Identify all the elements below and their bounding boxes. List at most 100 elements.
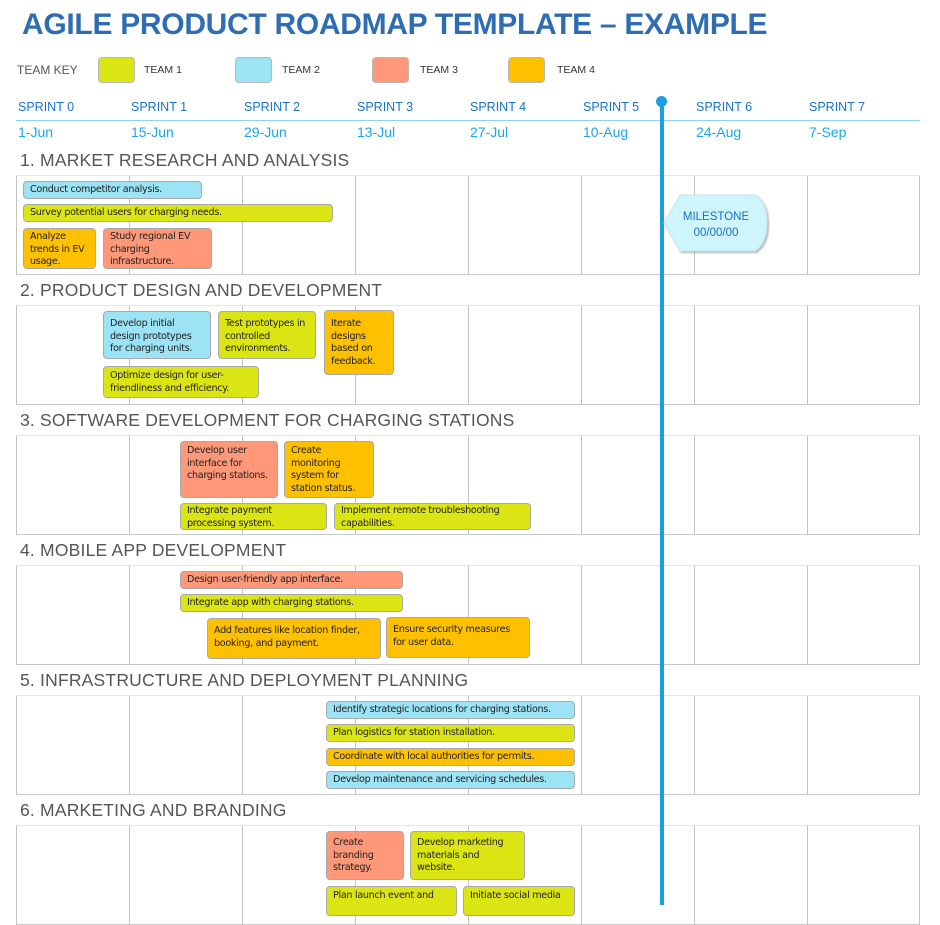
sprint-3-name: SPRINT 3 bbox=[357, 100, 414, 114]
sprint-column-divider bbox=[919, 306, 920, 404]
sprint-column-divider bbox=[242, 696, 243, 794]
sprint-column-divider bbox=[807, 826, 808, 924]
task-card[interactable]: Analyze trends in EV usage. bbox=[23, 228, 96, 269]
task-card[interactable]: Conduct competitor analysis. bbox=[23, 181, 202, 199]
team-1-swatch bbox=[98, 57, 135, 83]
team-3-label: TEAM 3 bbox=[420, 64, 458, 76]
page-title: AGILE PRODUCT ROADMAP TEMPLATE – EXAMPLE bbox=[22, 8, 768, 41]
task-card[interactable]: Develop initial design prototypes for ch… bbox=[103, 311, 211, 359]
section-6-title: 6. MARKETING AND BRANDING bbox=[20, 800, 287, 820]
task-card[interactable]: Design user-friendly app interface. bbox=[180, 571, 403, 589]
task-card[interactable]: Identify strategic locations for chargin… bbox=[326, 701, 575, 719]
sprint-column-divider bbox=[581, 306, 582, 404]
sprint-6-date: 24-Aug bbox=[696, 124, 742, 140]
task-card[interactable]: Add features like location finder, booki… bbox=[207, 618, 381, 659]
sprint-column-divider bbox=[919, 176, 920, 274]
section-1-title: 1. MARKET RESEARCH AND ANALYSIS bbox=[20, 150, 350, 170]
task-card[interactable]: Create monitoring system for station sta… bbox=[284, 441, 374, 498]
sprint-1-name: SPRINT 1 bbox=[131, 100, 188, 114]
task-card[interactable]: Iterate designs based on feedback. bbox=[324, 310, 394, 375]
team-4-swatch bbox=[508, 57, 545, 83]
sprint-4-date: 27-Jul bbox=[470, 124, 509, 140]
sprint-column-divider bbox=[581, 826, 582, 924]
section-3-title: 3. SOFTWARE DEVELOPMENT FOR CHARGING STA… bbox=[20, 410, 515, 430]
task-card[interactable]: Plan logistics for station installation. bbox=[326, 724, 575, 742]
milestone-date: 00/00/00 bbox=[693, 227, 739, 239]
sprint-column-divider bbox=[919, 826, 920, 924]
sprint-column-divider bbox=[694, 566, 695, 664]
task-card[interactable]: Create branding strategy. bbox=[326, 831, 404, 880]
sprint-column-divider bbox=[129, 696, 130, 794]
section-2-title: 2. PRODUCT DESIGN AND DEVELOPMENT bbox=[20, 280, 383, 300]
sprint-column-divider bbox=[694, 436, 695, 534]
team-4-label: TEAM 4 bbox=[557, 64, 595, 76]
task-card[interactable]: Initiate social media bbox=[463, 886, 575, 916]
section-4-title: 4. MOBILE APP DEVELOPMENT bbox=[20, 540, 287, 560]
sprint-1-date: 15-Jun bbox=[131, 124, 174, 140]
sprint-column-divider bbox=[129, 436, 130, 534]
task-card[interactable]: Integrate payment processing system. bbox=[180, 503, 327, 530]
task-card[interactable]: Develop marketing materials and website. bbox=[410, 831, 525, 880]
sprint-3-date: 13-Jul bbox=[357, 124, 396, 140]
task-card[interactable]: Study regional EV charging infrastructur… bbox=[103, 228, 212, 269]
task-card[interactable]: Plan launch event and bbox=[326, 886, 457, 916]
sprint-column-divider bbox=[581, 696, 582, 794]
task-card[interactable]: Develop maintenance and servicing schedu… bbox=[326, 771, 575, 789]
team-key-label: TEAM KEY bbox=[17, 63, 78, 77]
sprint-0-name: SPRINT 0 bbox=[18, 100, 75, 114]
sprint-column-divider bbox=[129, 826, 130, 924]
team-2-label: TEAM 2 bbox=[282, 64, 320, 76]
sprint-column-divider bbox=[468, 306, 469, 404]
task-card[interactable]: Develop user interface for charging stat… bbox=[180, 441, 278, 498]
sprint-7-name: SPRINT 7 bbox=[809, 100, 866, 114]
sprint-column-divider bbox=[807, 176, 808, 274]
sprint-column-divider bbox=[919, 436, 920, 534]
sprint-column-divider bbox=[16, 696, 17, 794]
sprint-column-divider bbox=[242, 176, 243, 274]
sprint-5-name: SPRINT 5 bbox=[583, 100, 640, 114]
sprint-0-date: 1-Jun bbox=[18, 124, 54, 140]
sprint-column-divider bbox=[694, 826, 695, 924]
sprint-column-divider bbox=[807, 306, 808, 404]
task-card[interactable]: Survey potential users for charging need… bbox=[23, 204, 333, 222]
sprint-column-divider bbox=[581, 176, 582, 274]
sprint-5-date: 10-Aug bbox=[583, 124, 629, 140]
sprint-column-divider bbox=[807, 436, 808, 534]
task-card[interactable]: Ensure security measures for user data. bbox=[386, 617, 530, 658]
sprint-column-divider bbox=[807, 566, 808, 664]
sprint-column-divider bbox=[16, 826, 17, 924]
milestone-title: MILESTONE bbox=[682, 211, 750, 223]
task-card[interactable]: Implement remote troubleshooting capabil… bbox=[334, 503, 531, 530]
sprint-2-date: 29-Jun bbox=[244, 124, 287, 140]
task-card[interactable]: Test prototypes in controlled environmen… bbox=[218, 311, 316, 359]
sprint-column-divider bbox=[919, 696, 920, 794]
sprint-2-name: SPRINT 2 bbox=[244, 100, 301, 114]
sprint-column-divider bbox=[16, 436, 17, 534]
sprint-4-name: SPRINT 4 bbox=[470, 100, 527, 114]
sprint-column-divider bbox=[919, 566, 920, 664]
sprint-column-divider bbox=[355, 176, 356, 274]
sprint-column-divider bbox=[468, 176, 469, 274]
sprint-column-divider bbox=[807, 696, 808, 794]
sprint-column-divider bbox=[581, 436, 582, 534]
team-3-swatch bbox=[372, 57, 409, 83]
section-5-title: 5. INFRASTRUCTURE AND DEPLOYMENT PLANNIN… bbox=[20, 670, 469, 690]
sprint-column-divider bbox=[129, 566, 130, 664]
team-2-swatch bbox=[235, 57, 272, 83]
header-divider bbox=[16, 120, 920, 121]
sprint-6-name: SPRINT 6 bbox=[696, 100, 753, 114]
sprint-column-divider bbox=[694, 306, 695, 404]
milestone-label: MILESTONE 00/00/00 bbox=[672, 209, 760, 241]
task-card[interactable]: Integrate app with charging stations. bbox=[180, 594, 403, 612]
team-1-label: TEAM 1 bbox=[144, 64, 182, 76]
sprint-column-divider bbox=[581, 566, 582, 664]
sprint-column-divider bbox=[16, 566, 17, 664]
sprint-column-divider bbox=[242, 826, 243, 924]
task-card[interactable]: Optimize design for user-friendliness an… bbox=[103, 366, 259, 398]
sprint-column-divider bbox=[16, 306, 17, 404]
sprint-column-divider bbox=[694, 696, 695, 794]
sprint-column-divider bbox=[16, 176, 17, 274]
task-card[interactable]: Coordinate with local authorities for pe… bbox=[326, 748, 575, 766]
milestone-handle[interactable] bbox=[656, 96, 667, 107]
sprint-7-date: 7-Sep bbox=[809, 124, 847, 140]
